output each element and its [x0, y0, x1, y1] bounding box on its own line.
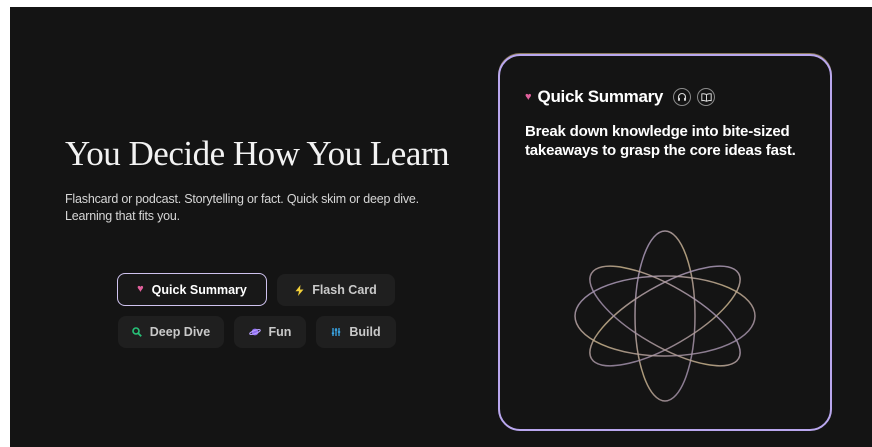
hero-title: You Decide How You Learn — [65, 134, 450, 173]
mode-preview-card: ♥ Quick Summary Break down knowledge int… — [498, 54, 832, 431]
sliders-icon — [331, 327, 341, 337]
headphones-icon[interactable] — [673, 88, 692, 106]
heart-icon: ♥ — [525, 90, 532, 103]
mode-chip-label: Fun — [268, 325, 292, 339]
mode-chip-label: Quick Summary — [151, 282, 247, 297]
card-description: Break down knowledge into bite-sized tak… — [525, 123, 796, 159]
mode-chip-deep-dive[interactable]: Deep Dive — [118, 316, 224, 348]
atom-illustration — [574, 230, 756, 402]
heart-icon: ♥ — [137, 283, 144, 295]
mode-chip-build[interactable]: Build — [316, 316, 396, 348]
mode-chip-quick-summary[interactable]: ♥ Quick Summary — [117, 273, 267, 306]
mode-chip-label: Build — [349, 325, 381, 339]
mode-chip-fun[interactable]: Fun — [234, 316, 306, 348]
mode-chip-label: Deep Dive — [149, 325, 211, 339]
planet-icon — [248, 327, 261, 337]
mode-chip-label: Flash Card — [312, 283, 377, 297]
book-icon[interactable] — [697, 88, 716, 106]
hero-subtitle: Flashcard or podcast. Storytelling or fa… — [65, 192, 419, 223]
lightning-icon — [295, 284, 304, 296]
mode-chip-flash-card[interactable]: Flash Card — [277, 274, 395, 306]
page-frame: You Decide How You Learn Flashcard or po… — [10, 7, 872, 447]
card-header: ♥ Quick Summary — [525, 87, 716, 107]
magnifier-icon — [131, 327, 142, 337]
card-title: Quick Summary — [537, 87, 664, 106]
